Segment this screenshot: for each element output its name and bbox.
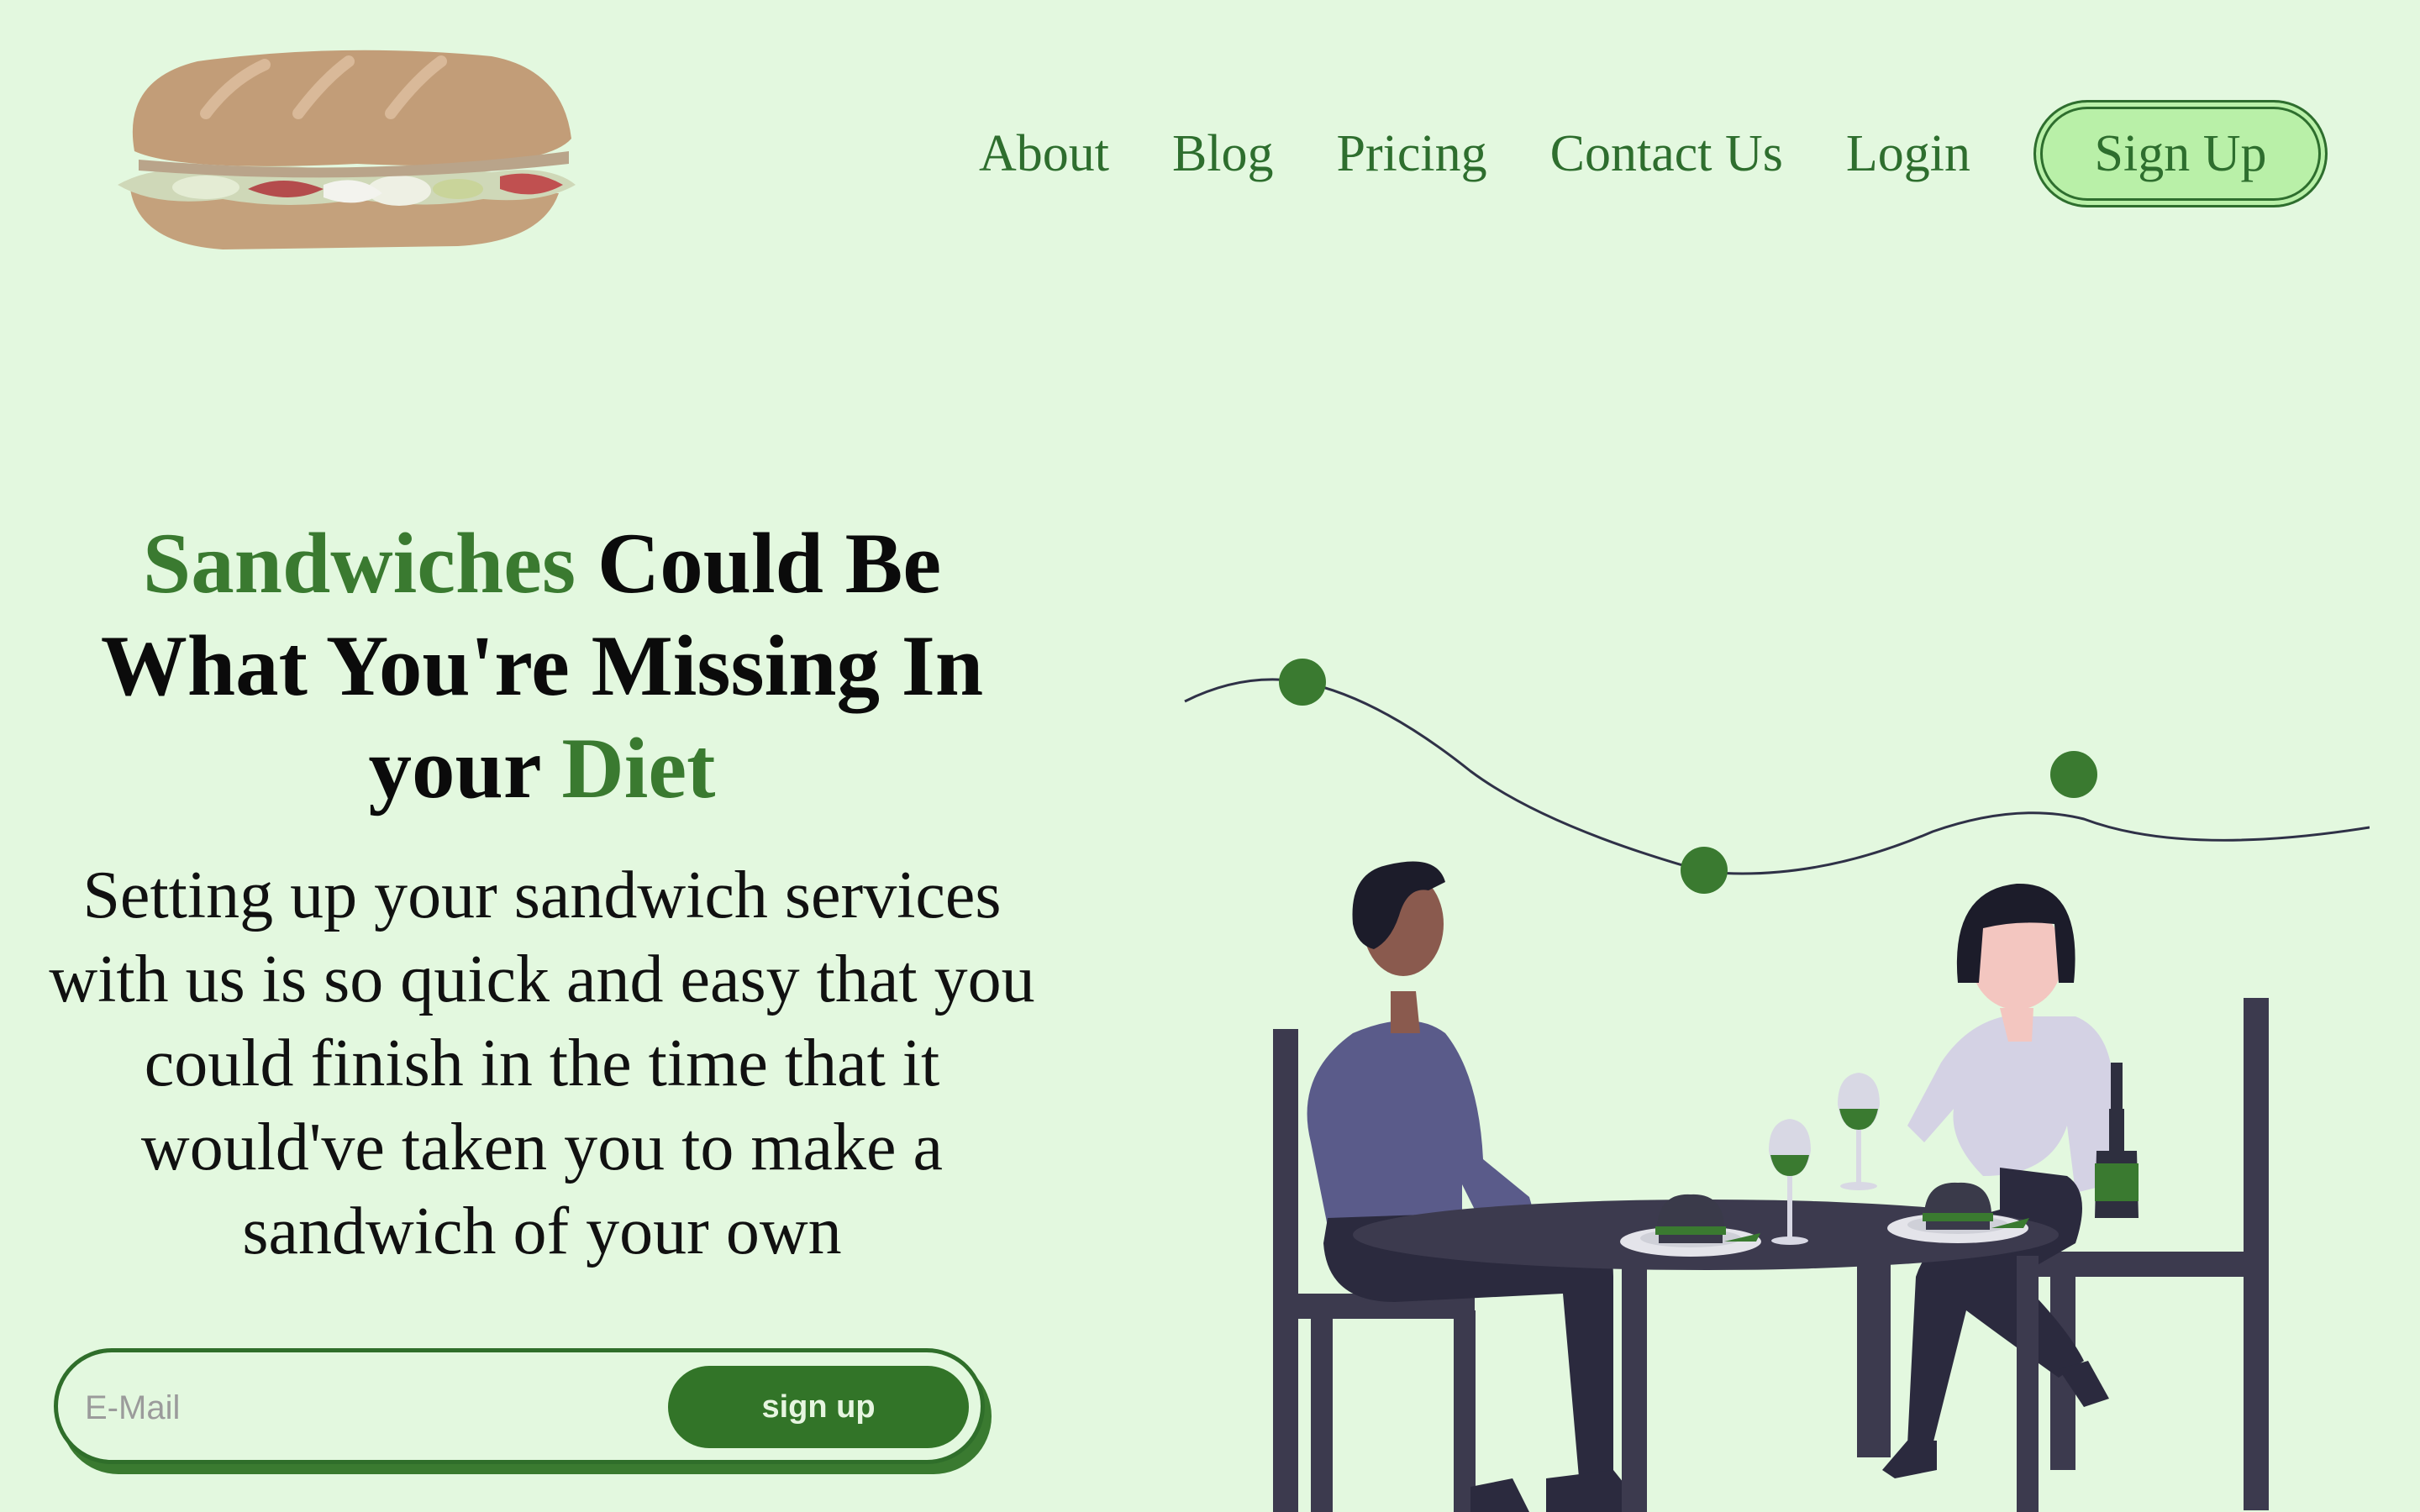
nav-link-pricing[interactable]: Pricing — [1337, 124, 1487, 184]
sandwich-icon — [118, 50, 576, 249]
email-signup-form: sign up — [54, 1348, 985, 1464]
hero-title-accent-sandwiches: Sandwiches — [142, 516, 576, 612]
couple-dining-illustration — [1184, 659, 2370, 1512]
hero-illustration — [1176, 638, 2370, 1512]
nav-link-contact-us[interactable]: Contact Us — [1550, 124, 1783, 184]
nav-link-blog[interactable]: Blog — [1172, 124, 1274, 184]
nav-signup-button[interactable]: Sign Up — [2033, 100, 2328, 207]
sandwich-logo[interactable] — [105, 46, 592, 265]
email-signup-button[interactable]: sign up — [668, 1366, 969, 1448]
email-input[interactable] — [83, 1371, 675, 1445]
hero-title: Sandwiches Could Be What You're Missing … — [46, 512, 1038, 820]
nav-link-login[interactable]: Login — [1846, 124, 1970, 184]
nav-link-about[interactable]: About — [979, 124, 1109, 184]
main-nav: About Blog Pricing Contact Us Login Sign… — [979, 99, 2328, 208]
hero-title-accent-diet: Diet — [561, 721, 716, 816]
hero-subtitle: Setting up your sandwich services with u… — [49, 858, 1035, 1268]
hero-section: Sandwiches Could Be What You're Missing … — [46, 512, 1038, 1273]
